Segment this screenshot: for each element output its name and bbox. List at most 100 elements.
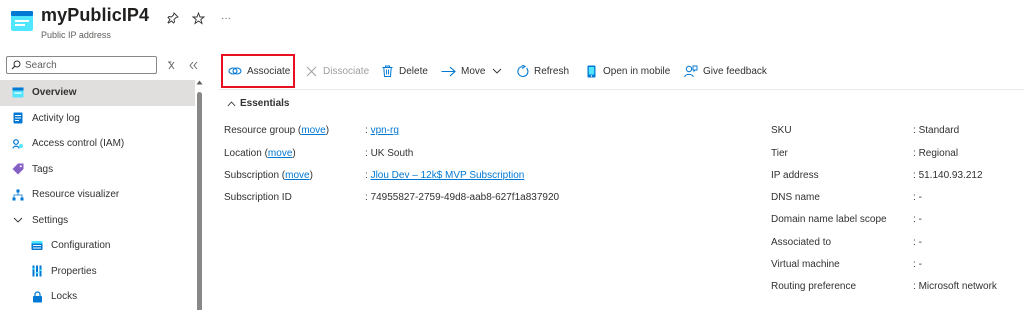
property-value-text: -: [918, 214, 922, 225]
collapse-menu-icon[interactable]: [186, 58, 200, 72]
property-label: Virtual machine: [771, 259, 840, 270]
search-box[interactable]: [6, 56, 157, 74]
resource-group-value: : vpn-rg: [365, 125, 399, 136]
resource-menu: Overview Activity log Access control (IA…: [0, 52, 205, 310]
sidebar-item-label: Resource visualizer: [32, 189, 120, 201]
property-value: : -: [913, 237, 922, 248]
pin-icon[interactable]: [165, 10, 181, 26]
refresh-label: Refresh: [534, 65, 570, 77]
property-label: SKU: [771, 125, 792, 136]
search-icon: [11, 60, 21, 70]
property-value: : -: [913, 259, 922, 270]
sidebar-scrollbar[interactable]: [196, 80, 203, 310]
toolbar-divider: [218, 89, 1024, 90]
property-value-text: -: [918, 259, 922, 270]
arrow-right-icon: [440, 64, 456, 78]
property-value: : 51.140.93.212: [913, 170, 983, 181]
sidebar-item-locks[interactable]: Locks: [0, 284, 195, 310]
property-label: Routing preference: [771, 281, 857, 292]
activity-log-icon: [12, 112, 24, 124]
move-button[interactable]: Move: [440, 56, 502, 86]
resource-group-move-link[interactable]: move: [301, 125, 325, 136]
location-move-link[interactable]: move: [268, 148, 292, 159]
property-label: Tier: [771, 148, 788, 159]
public-ip-address-icon: [11, 11, 33, 31]
give-feedback-button[interactable]: Give feedback: [684, 56, 767, 86]
property-label: IP address: [771, 170, 819, 181]
subscription-id-value: : 74955827-2759-49d8-aab8-627f1a837920: [365, 192, 560, 203]
refresh-icon: [515, 64, 529, 78]
page-title: myPublicIP4: [41, 5, 150, 25]
sidebar-item-label: Overview: [32, 87, 77, 99]
property-value: : Microsoft network: [913, 281, 997, 292]
sidebar-item-access-control[interactable]: Access control (IAM): [0, 131, 195, 157]
scrollbar-thumb[interactable]: [197, 92, 202, 310]
page-subtitle: Public IP address: [41, 30, 111, 40]
sidebar-item-activity-log[interactable]: Activity log: [0, 106, 195, 132]
location-label: Location (move): [224, 148, 296, 159]
property-label: DNS name: [771, 192, 820, 203]
more-options-icon[interactable]: ···: [216, 10, 236, 26]
chevron-down-icon: [492, 68, 502, 74]
sidebar-item-label: Settings: [32, 214, 69, 226]
sidebar-item-label: Activity log: [32, 112, 80, 124]
dissociate-button[interactable]: Dissociate: [304, 56, 369, 86]
associate-highlight-box: [221, 54, 295, 88]
property-value: : -: [913, 214, 922, 225]
property-value-text: Standard: [918, 125, 960, 136]
scroll-up-arrow-icon[interactable]: [196, 80, 203, 88]
sidebar-item-properties[interactable]: Properties: [0, 259, 195, 285]
search-input[interactable]: [25, 59, 145, 71]
property-value-text: Regional: [918, 148, 959, 159]
property-value-text: Microsoft network: [918, 281, 997, 292]
resource-group-label: Resource group (move): [224, 125, 330, 136]
page-header: myPublicIP4 Public IP address ···: [0, 0, 1024, 46]
open-in-mobile-button[interactable]: Open in mobile: [584, 56, 670, 86]
essentials-toggle[interactable]: Essentials: [227, 98, 289, 109]
mobile-icon: [584, 64, 598, 78]
sidebar-item-settings[interactable]: Settings: [0, 208, 195, 234]
properties-icon: [31, 265, 43, 277]
dissociate-label: Dissociate: [323, 65, 370, 77]
close-icon: [304, 64, 318, 78]
sidebar-item-label: Access control (IAM): [32, 138, 125, 150]
tag-icon: [12, 163, 24, 175]
iam-icon: [12, 138, 24, 150]
property-label: Associated to: [771, 237, 832, 248]
clear-filter-icon[interactable]: [164, 58, 178, 72]
property-value: : -: [913, 192, 922, 203]
property-value: : Regional: [913, 148, 958, 159]
sidebar-item-tags[interactable]: Tags: [0, 157, 195, 183]
lock-icon: [31, 291, 43, 303]
command-bar: Associate Dissociate Delete Move Refresh…: [218, 56, 1018, 86]
sidebar-item-label: Locks: [51, 291, 78, 303]
chevron-up-icon: [227, 100, 236, 107]
sidebar-item-label: Properties: [51, 265, 97, 277]
open-in-mobile-label: Open in mobile: [603, 65, 671, 77]
subscription-link[interactable]: Jlou Dev – 12k$ MVP Subscription: [371, 170, 525, 181]
subscription-id-label: Subscription ID: [224, 192, 292, 203]
subscription-label: Subscription (move): [224, 170, 313, 181]
refresh-button[interactable]: Refresh: [515, 56, 569, 86]
sidebar-item-configuration[interactable]: Configuration: [0, 233, 195, 259]
chevron-down-icon: [12, 214, 24, 226]
resource-group-link[interactable]: vpn-rg: [371, 125, 399, 136]
configuration-icon: [31, 240, 43, 252]
subscription-move-link[interactable]: move: [285, 170, 309, 181]
give-feedback-label: Give feedback: [703, 65, 767, 77]
feedback-icon: [684, 64, 698, 78]
move-label: Move: [461, 65, 486, 77]
sidebar-item-overview[interactable]: Overview: [0, 80, 195, 106]
star-icon[interactable]: [190, 10, 206, 26]
essentials-title: Essentials: [240, 98, 290, 109]
property-value-text: 51.140.93.212: [918, 170, 983, 181]
sidebar-item-label: Configuration: [51, 240, 111, 252]
delete-button[interactable]: Delete: [380, 56, 428, 86]
overview-icon: [12, 87, 24, 99]
sidebar-item-label: Tags: [32, 163, 54, 175]
subscription-value: : Jlou Dev – 12k$ MVP Subscription: [365, 170, 525, 181]
property-value-text: -: [918, 192, 922, 203]
property-value-text: -: [918, 237, 922, 248]
delete-label: Delete: [399, 65, 428, 77]
sidebar-item-resource-visualizer[interactable]: Resource visualizer: [0, 182, 195, 208]
